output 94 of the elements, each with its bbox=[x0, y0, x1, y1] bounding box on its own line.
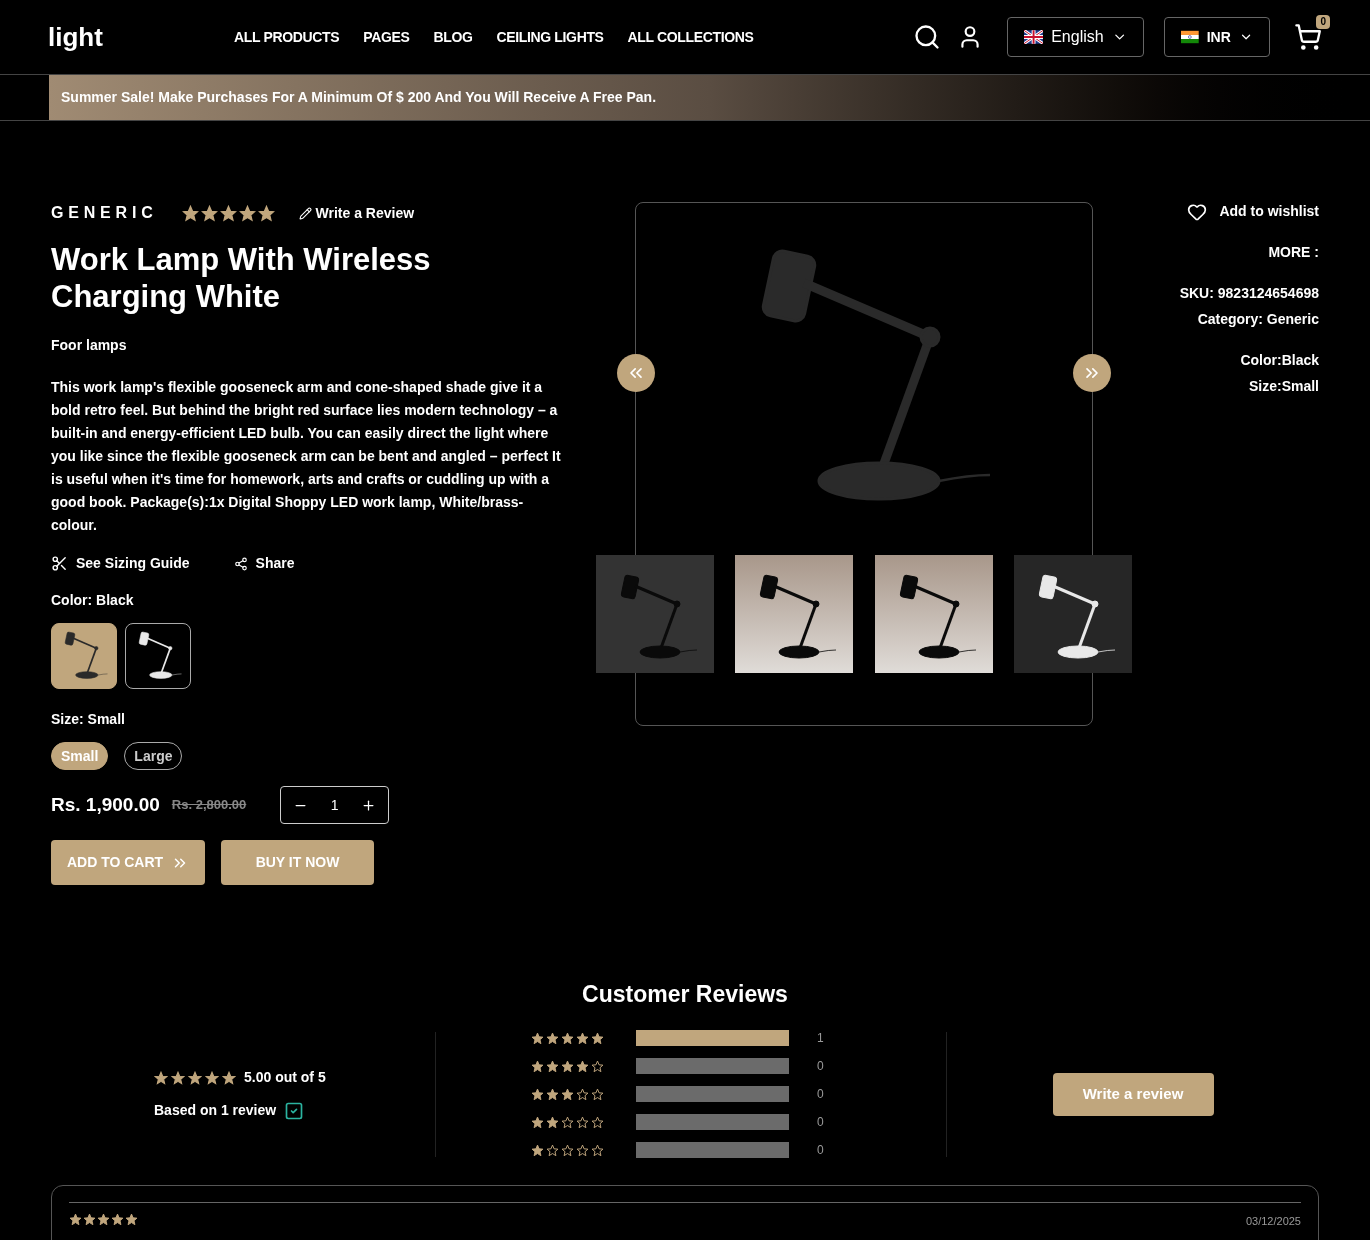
review-count: Based on 1 review bbox=[154, 1101, 277, 1120]
star-icon bbox=[200, 204, 218, 222]
cart-icon[interactable] bbox=[1294, 23, 1322, 51]
star-icon bbox=[222, 1070, 236, 1085]
star-icon bbox=[531, 1031, 544, 1045]
pencil-icon bbox=[298, 206, 312, 220]
nav-link[interactable]: PAGES bbox=[363, 26, 410, 48]
star-icon bbox=[561, 1031, 574, 1045]
star-icon bbox=[591, 1143, 604, 1157]
star-icon bbox=[219, 204, 237, 222]
star-icon bbox=[546, 1115, 559, 1129]
rating-count: 0 bbox=[817, 1086, 824, 1103]
heart-icon bbox=[1187, 201, 1208, 222]
reviews-heading: Customer Reviews bbox=[581, 980, 789, 1009]
thumbnail-photo[interactable] bbox=[1014, 555, 1132, 673]
color-swatch[interactable] bbox=[51, 623, 117, 689]
star-icon bbox=[97, 1212, 110, 1226]
star-icon bbox=[561, 1087, 574, 1101]
star-icon bbox=[531, 1115, 544, 1129]
star-icon bbox=[531, 1087, 544, 1101]
star-icon bbox=[546, 1143, 559, 1157]
star-icon bbox=[591, 1115, 604, 1129]
cart-count-badge: 0 bbox=[1316, 15, 1330, 29]
star-icon bbox=[238, 204, 256, 222]
star-icon bbox=[576, 1031, 589, 1045]
star-icon bbox=[591, 1059, 604, 1073]
more-label: MORE : bbox=[1268, 243, 1319, 262]
option-line: Color:Black bbox=[1240, 351, 1319, 370]
share-link[interactable]: Share bbox=[233, 553, 295, 574]
wishlist-link[interactable]: Add to wishlist bbox=[1187, 201, 1319, 222]
original-price: Rs. 2,800.00 bbox=[171, 796, 247, 815]
star-icon bbox=[546, 1087, 559, 1101]
thumbnail-photo[interactable] bbox=[596, 555, 714, 673]
flag-icon bbox=[1181, 30, 1199, 44]
nav-link[interactable]: BLOG bbox=[433, 26, 473, 48]
star-icon bbox=[531, 1143, 544, 1157]
star-icon bbox=[83, 1212, 96, 1226]
currency-dropdown[interactable]: INR bbox=[1164, 17, 1270, 57]
rating-count: 1 bbox=[817, 1030, 824, 1047]
rating-count: 0 bbox=[817, 1114, 824, 1131]
product-description: This work lamp's flexible gooseneck arm and cone-shaped shade give it a bold retro feel. But behind the bright red surface lies modern technology – a built-in and energy-efficient LED bulb. You can easily direct the light where you like since the flexible gooseneck arm can be bent and angled – perfect It is useful when it's time for homework, arts and crafts or cuddling up with a good book. Package(s):1x Digital Shoppy LED work lamp, White/brass-colour. bbox=[51, 378, 561, 535]
share-icon bbox=[233, 556, 248, 571]
thumbnail-photo[interactable] bbox=[874, 555, 993, 673]
quantity-value[interactable]: 1 bbox=[330, 794, 339, 816]
next-arrow-button[interactable] bbox=[1073, 354, 1111, 392]
star-icon bbox=[181, 204, 199, 222]
sale-price: Rs. 1,900.00 bbox=[51, 792, 160, 817]
rating-count: 0 bbox=[817, 1058, 824, 1075]
review-date: 03/12/2025 bbox=[1245, 1213, 1301, 1229]
logo[interactable]: light bbox=[48, 17, 234, 57]
verified-check-icon bbox=[284, 1100, 305, 1121]
nav-link[interactable]: ALL PRODUCTS bbox=[234, 26, 340, 48]
scissors-icon bbox=[51, 555, 68, 572]
star-icon bbox=[171, 1070, 185, 1085]
product-title: Work Lamp With Wireless Charging White bbox=[51, 241, 432, 315]
star-icon bbox=[591, 1031, 604, 1045]
star-icon bbox=[257, 204, 275, 222]
star-icon bbox=[561, 1059, 574, 1073]
size-label: Size: Small bbox=[51, 710, 126, 729]
star-icon bbox=[561, 1115, 574, 1129]
star-icon bbox=[576, 1115, 589, 1129]
star-icon bbox=[576, 1087, 589, 1101]
product-category: Foor lamps bbox=[51, 336, 128, 355]
search-icon[interactable] bbox=[913, 23, 941, 51]
thumbnail-photo[interactable] bbox=[735, 555, 854, 673]
option-line: Size:Small bbox=[1248, 377, 1319, 396]
language-dropdown[interactable]: English bbox=[1007, 17, 1144, 57]
sizing-guide-link[interactable]: See Sizing Guide bbox=[51, 553, 190, 574]
star-icon bbox=[205, 1070, 219, 1085]
plus-icon[interactable] bbox=[361, 797, 377, 813]
star-icon bbox=[188, 1070, 202, 1085]
detail-line: Category: Generic bbox=[1197, 310, 1319, 329]
previous-arrow-button[interactable] bbox=[617, 354, 655, 392]
color-label: Color: Black bbox=[51, 591, 135, 610]
star-icon bbox=[591, 1087, 604, 1101]
nav-link[interactable]: CEILING LIGHTS bbox=[496, 26, 604, 48]
rating-count: 0 bbox=[817, 1142, 824, 1159]
star-icon bbox=[531, 1059, 544, 1073]
star-icon bbox=[576, 1143, 589, 1157]
color-swatch[interactable] bbox=[125, 623, 191, 689]
star-icon bbox=[154, 1070, 168, 1085]
nav-link[interactable]: ALL COLLECTIONS bbox=[627, 26, 754, 48]
star-icon bbox=[546, 1031, 559, 1045]
star-icon bbox=[546, 1059, 559, 1073]
star-icon bbox=[576, 1059, 589, 1073]
write-review-link[interactable]: Write a Review bbox=[298, 202, 415, 224]
flag-icon bbox=[1024, 30, 1044, 44]
star-icon bbox=[125, 1212, 138, 1226]
star-icon bbox=[561, 1143, 574, 1157]
detail-line: SKU: 9823124654698 bbox=[1179, 284, 1319, 303]
star-icon bbox=[69, 1212, 82, 1226]
star-icon bbox=[111, 1212, 124, 1226]
average-rating: 5.00 out of 5 bbox=[244, 1068, 326, 1087]
brand-name: GENERIC bbox=[51, 203, 158, 223]
